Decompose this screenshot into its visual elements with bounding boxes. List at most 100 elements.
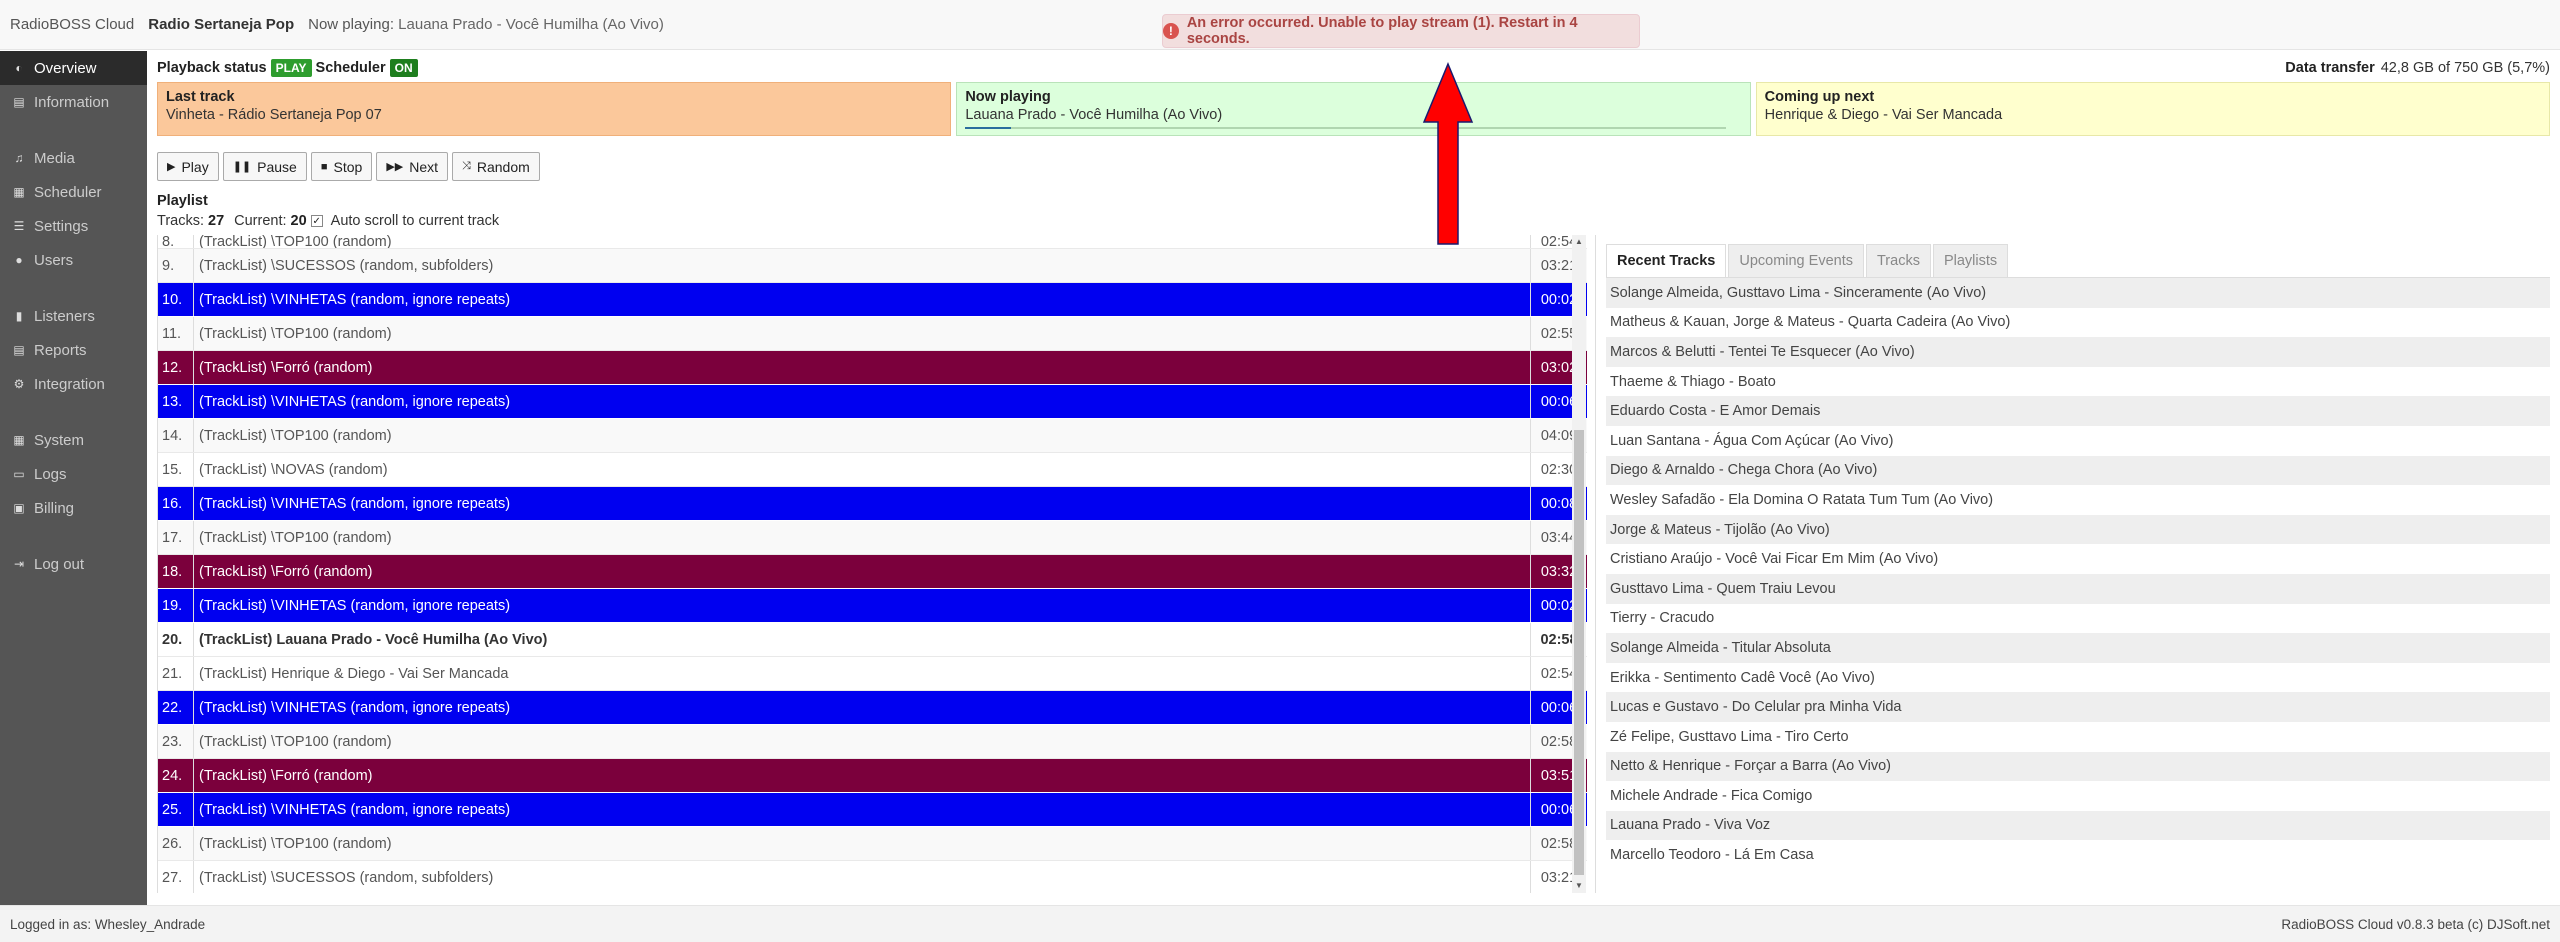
playlist-row[interactable]: 16. (TrackList) \VINHETAS (random, ignore…	[158, 487, 1587, 521]
playlist-row[interactable]: 15. (TrackList) \NOVAS (random) 02:30	[158, 453, 1587, 487]
playlist-row[interactable]: 21. (TrackList) Henrique & Diego - Vai Se…	[158, 657, 1587, 691]
playback-progress-fill	[965, 127, 1011, 129]
recent-track-item: Netto & Henrique - Forçar a Barra (Ao Vi…	[1606, 751, 2550, 782]
playlist-row[interactable]: 20. (TrackList) Lauana Prado - Você Humil…	[158, 623, 1587, 657]
playlist-row[interactable]: 12. (TrackList) \Forró (random) 03:02	[158, 351, 1587, 385]
pause-button[interactable]: ❚❚ Pause	[222, 152, 307, 181]
playlist-position-cell: 25.	[158, 793, 194, 826]
playlist-row[interactable]: 19. (TrackList) \VINHETAS (random, ignore…	[158, 589, 1587, 623]
sidebar-item-overview[interactable]: ◐ Overview	[0, 51, 147, 85]
playlist-row[interactable]: 24. (TrackList) \Forró (random) 03:51	[158, 759, 1587, 793]
scheduler-status-badge: ON	[389, 59, 418, 77]
playlist-title-cell: (TrackList) \Forró (random)	[194, 351, 1531, 384]
playlist-row[interactable]: 27. (TrackList) \SUCESSOS (random, subfol…	[158, 861, 1587, 893]
stop-button[interactable]: ■ Stop	[310, 152, 373, 181]
playlist-title-cell: (TrackList) \Forró (random)	[194, 759, 1531, 792]
tab-tracks[interactable]: Tracks	[1865, 244, 1931, 277]
sidebar-item-log-out[interactable]: ⇥ Log out	[0, 547, 147, 581]
play-button[interactable]: ▶ Play	[157, 152, 219, 181]
now-playing-panel-title: Now playing	[965, 89, 1051, 105]
sidebar-item-settings[interactable]: ☰ Settings	[0, 209, 147, 243]
sidebar-item-integration[interactable]: ⚙ Integration	[0, 367, 147, 401]
recent-track-item: Tierry - Cracudo	[1606, 603, 2550, 634]
playlist-position-cell: 17.	[158, 521, 194, 554]
scroll-up-icon[interactable]: ▲	[1574, 237, 1584, 247]
recent-track-item: Diego & Arnaldo - Chega Chora (Ao Vivo)	[1606, 455, 2550, 486]
document-icon: ▤	[13, 95, 25, 109]
playlist-row[interactable]: 25. (TrackList) \VINHETAS (random, ignore…	[158, 793, 1587, 827]
sidebar-item-scheduler[interactable]: ▦ Scheduler	[0, 175, 147, 209]
playback-status-label: Playback status	[157, 60, 267, 76]
sidebar-item-information[interactable]: ▤ Information	[0, 85, 147, 119]
playback-status: Playback status PLAY Scheduler ON	[157, 57, 418, 79]
playlist-row[interactable]: 23. (TrackList) \TOP100 (random) 02:58	[158, 725, 1587, 759]
tracks-count-value: 27	[208, 213, 225, 229]
playlist-title-cell: (TrackList) \Forró (random)	[194, 555, 1531, 588]
sidebar-item-media[interactable]: ♫ Media	[0, 141, 147, 175]
exclamation-circle-icon: !	[1163, 23, 1179, 39]
recent-track-item: Luan Santana - Água Com Açúcar (Ao Vivo)	[1606, 425, 2550, 456]
playlist-position-cell: 24.	[158, 759, 194, 792]
playlist-position-cell: 13.	[158, 385, 194, 418]
sidebar-item-reports[interactable]: ▤ Reports	[0, 333, 147, 367]
sidebar-item-billing[interactable]: ▣ Billing	[0, 491, 147, 525]
random-button[interactable]: ⤨ Random	[452, 152, 540, 181]
playlist-position-cell: 10.	[158, 283, 194, 316]
data-transfer-label: Data transfer	[2285, 60, 2375, 76]
playlist-title-cell: (TrackList) \VINHETAS (random, ignore re…	[194, 589, 1531, 622]
tab-upcoming-events[interactable]: Upcoming Events	[1728, 244, 1864, 277]
playlist-row[interactable]: 10. (TrackList) \VINHETAS (random, ignore…	[158, 283, 1587, 317]
dashboard-icon: ◐	[15, 61, 23, 75]
recent-track-item: Eduardo Costa - E Amor Demais	[1606, 396, 2550, 426]
recent-track-item: Jorge & Mateus - Tijolão (Ao Vivo)	[1606, 514, 2550, 545]
recent-tracks-list: Solange Almeida, Gusttavo Lima - Sincera…	[1606, 278, 2550, 870]
logged-in-text: Logged in as: Whesley_Andrade	[10, 916, 206, 932]
recent-track-item: Solange Almeida - Titular Absoluta	[1606, 633, 2550, 663]
sidebar-item-system[interactable]: ▦ System	[0, 423, 147, 457]
sidebar-item-label: Reports	[34, 341, 87, 359]
playlist-row[interactable]: 14. (TrackList) \TOP100 (random) 04:09	[158, 419, 1587, 453]
playlist-row[interactable]: 22. (TrackList) \VINHETAS (random, ignore…	[158, 691, 1587, 725]
app-brand[interactable]: RadioBOSS Cloud	[10, 16, 134, 33]
scrollbar-thumb[interactable]	[1574, 430, 1584, 875]
header-now-playing: Now playing: Lauana Prado - Você Humilha…	[308, 16, 664, 33]
current-value: 20	[290, 213, 307, 229]
main-content: Playback status PLAY Scheduler ON Data t…	[147, 51, 2560, 905]
sidebar-item-label: Billing	[34, 499, 75, 517]
playlist-position-cell: 22.	[158, 691, 194, 724]
auto-scroll-checkbox[interactable]: ✓	[310, 215, 323, 227]
playlist-position-cell: 20.	[158, 623, 194, 656]
playlist-row[interactable]: 8. (TrackList) \TOP100 (random) 02:54	[158, 235, 1587, 249]
current-label: Current:	[234, 213, 287, 229]
scheduler-label: Scheduler	[315, 60, 386, 76]
recent-track-item: Cristiano Araújo - Você Vai Ficar Em Mim…	[1606, 544, 2550, 574]
playlist-row[interactable]: 11. (TrackList) \TOP100 (random) 02:55	[158, 317, 1587, 351]
playlist-row[interactable]: 17. (TrackList) \TOP100 (random) 03:44	[158, 521, 1587, 555]
sidebar-item-listeners[interactable]: ▮ Listeners	[0, 299, 147, 333]
playlist-title-cell: (TrackList) \VINHETAS (random, ignore re…	[194, 385, 1531, 418]
footer: Logged in as: Whesley_Andrade RadioBOSS …	[0, 905, 2560, 942]
tab-playlists[interactable]: Playlists	[1932, 244, 2009, 277]
playlist-row[interactable]: 18. (TrackList) \Forró (random) 03:32	[158, 555, 1587, 589]
playlist-scrollbar[interactable]: ▲ ▼	[1572, 235, 1586, 893]
playlist-position-cell: 8.	[158, 235, 194, 248]
playlist-position-cell: 14.	[158, 419, 194, 452]
data-transfer-value: 42,8 GB of 750 GB (5,7%)	[2380, 60, 2550, 76]
sidebar-item-users[interactable]: ● Users	[0, 243, 147, 277]
sidebar-item-logs[interactable]: ▭ Logs	[0, 457, 147, 491]
last-track-value: Vinheta - Rádio Sertaneja Pop 07	[166, 107, 382, 123]
playlist-title-cell: (TrackList) \TOP100 (random)	[194, 725, 1531, 758]
next-button[interactable]: ▶▶ Next	[376, 152, 449, 181]
tab-recent-tracks[interactable]: Recent Tracks	[1606, 244, 1727, 277]
scroll-down-icon[interactable]: ▼	[1574, 881, 1584, 891]
playlist-row[interactable]: 26. (TrackList) \TOP100 (random) 02:58	[158, 827, 1587, 861]
recent-track-item: Marcos & Belutti - Tentei Te Esquecer (A…	[1606, 337, 2550, 367]
track-info-panels: Last track Vinheta - Rádio Sertaneja Pop…	[157, 82, 2550, 136]
recent-track-item: Marcello Teodoro - Lá Em Casa	[1606, 840, 2550, 870]
tracks-count-label: Tracks:	[157, 213, 204, 229]
playlist-row[interactable]: 9. (TrackList) \SUCESSOS (random, subfold…	[158, 249, 1587, 283]
sidebar-item-label: Settings	[34, 217, 89, 235]
recent-track-item: Lauana Prado - Viva Voz	[1606, 810, 2550, 841]
playlist-table[interactable]: 8. (TrackList) \TOP100 (random) 02:54 9. (Tr…	[157, 235, 1587, 893]
playlist-row[interactable]: 13. (TrackList) \VINHETAS (random, ignore…	[158, 385, 1587, 419]
